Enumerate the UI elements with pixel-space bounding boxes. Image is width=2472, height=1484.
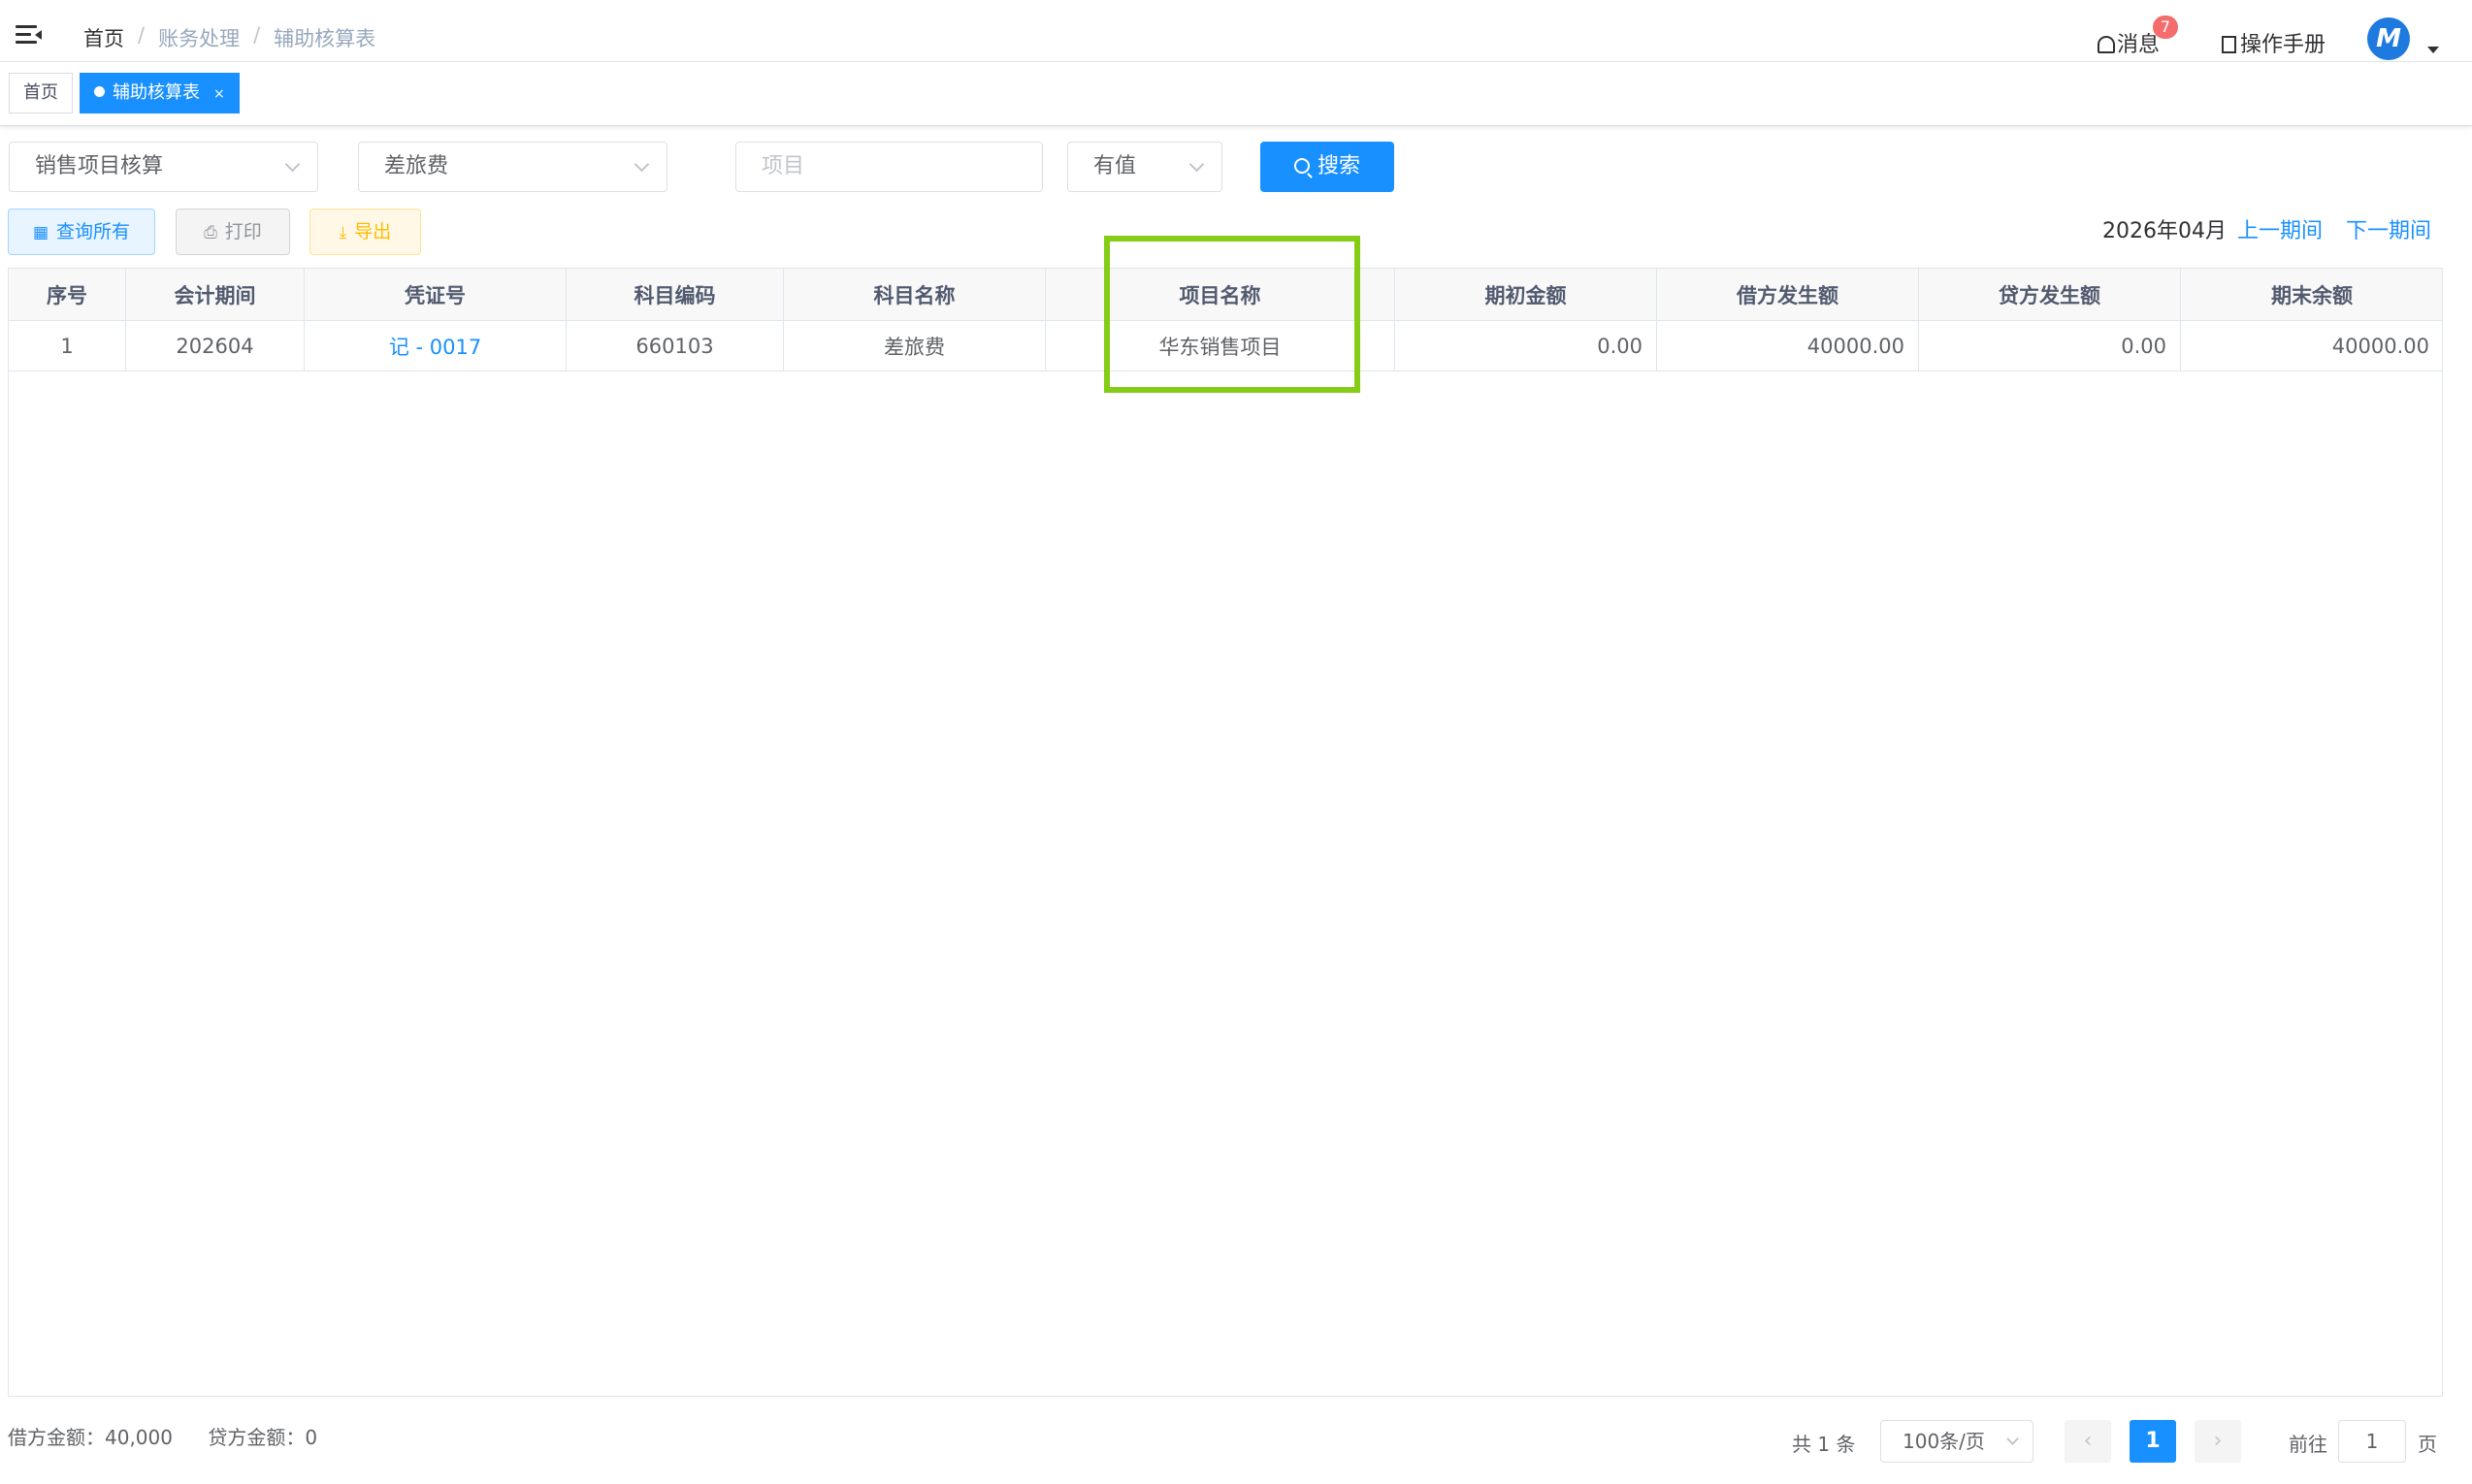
column-header: 凭证号 bbox=[305, 269, 567, 320]
bell-icon bbox=[2098, 36, 2115, 53]
print-label: 打印 bbox=[224, 221, 262, 242]
search-button[interactable]: 搜索 bbox=[1260, 142, 1394, 192]
column-header: 科目编码 bbox=[567, 269, 784, 320]
messages-label: 消息 bbox=[2117, 33, 2161, 57]
chevron-down-icon bbox=[1188, 156, 1205, 173]
prev-period-link[interactable]: 上一期间 bbox=[2237, 213, 2323, 244]
tag-label: 首页 bbox=[23, 82, 58, 103]
column-header: 借方发生额 bbox=[1657, 269, 1919, 320]
goto-label: 前往 bbox=[2289, 1433, 2327, 1456]
project-input-placeholder: 项目 bbox=[762, 154, 805, 178]
active-dot-icon bbox=[94, 86, 105, 97]
voucher-link[interactable]: 记 - 0017 bbox=[305, 321, 567, 371]
breadcrumb-current: 辅助核算表 bbox=[274, 27, 376, 50]
export-label: 导出 bbox=[354, 221, 392, 242]
close-icon[interactable]: × bbox=[213, 86, 225, 102]
query-all-button[interactable]: ▦ 查询所有 bbox=[8, 209, 155, 255]
prev-page-button[interactable]: ‹ bbox=[2065, 1420, 2111, 1463]
column-header: 期末余额 bbox=[2271, 283, 2353, 307]
messages-badge: 7 bbox=[2153, 16, 2178, 39]
pagination-total: 共 1 条 bbox=[1792, 1433, 1856, 1456]
page-number-button[interactable]: 1 bbox=[2130, 1420, 2176, 1463]
user-dropdown-caret-icon[interactable] bbox=[2427, 47, 2439, 53]
tag-auxiliary-report[interactable]: 辅助核算表 × bbox=[80, 73, 240, 113]
tags-view-bar: 首页 辅助核算表 × bbox=[0, 62, 2472, 126]
breadcrumb-separator: / bbox=[138, 23, 146, 47]
print-button[interactable]: ⎙ 打印 bbox=[176, 209, 290, 255]
value-filter-value: 有值 bbox=[1093, 154, 1137, 178]
credit-total: 贷方金额：0 bbox=[208, 1426, 318, 1449]
table-cell: 660103 bbox=[567, 321, 784, 371]
column-header: 期初金额 bbox=[1395, 269, 1657, 320]
table-cell: 0.00 bbox=[1395, 321, 1657, 371]
query-all-label: 查询所有 bbox=[56, 221, 131, 242]
column-header: 会计期间 bbox=[126, 269, 305, 320]
chevron-down-icon bbox=[634, 156, 650, 173]
auxiliary-ledger-table: 序号 会计期间 凭证号 科目编码 科目名称 项目名称 期初金额 借方发生额 贷方… bbox=[8, 268, 2443, 1397]
document-icon bbox=[2222, 36, 2236, 53]
export-button[interactable]: ⤓ 导出 bbox=[309, 209, 421, 255]
table-row: 1 202604 记 - 0017 660103 差旅费 华东销售项目 0.00… bbox=[9, 321, 2442, 371]
breadcrumb: 首页 / 账务处理 / 辅助核算表 bbox=[83, 23, 375, 52]
column-header: 序号 bbox=[9, 269, 126, 320]
breadcrumb-separator: / bbox=[253, 23, 261, 47]
table-cell: 差旅费 bbox=[784, 321, 1046, 371]
column-header: 项目名称 bbox=[1046, 269, 1395, 320]
table-cell: 1 bbox=[9, 321, 126, 371]
debit-total: 借方金额：40,000 bbox=[8, 1426, 173, 1449]
top-navbar: 首页 / 账务处理 / 辅助核算表 消息 7 操作手册 M bbox=[0, 0, 2472, 62]
messages-button[interactable]: 消息 bbox=[2098, 27, 2160, 58]
goto-page-input[interactable]: 1 bbox=[2338, 1420, 2406, 1463]
table-cell: 40000.00 bbox=[1657, 321, 1919, 371]
table-cell: 202604 bbox=[126, 321, 305, 371]
next-page-button[interactable]: › bbox=[2195, 1420, 2241, 1463]
search-button-label: 搜索 bbox=[1317, 154, 1360, 178]
table-header: 序号 会计期间 凭证号 科目编码 科目名称 项目名称 期初金额 借方发生额 贷方… bbox=[9, 269, 2442, 321]
category-select-value: 销售项目核算 bbox=[35, 154, 164, 178]
next-period-link[interactable]: 下一期间 bbox=[2346, 213, 2431, 244]
grid-icon: ▦ bbox=[32, 223, 49, 242]
chevron-down-icon bbox=[284, 156, 301, 173]
subject-select-value: 差旅费 bbox=[384, 154, 449, 178]
tag-home[interactable]: 首页 bbox=[9, 73, 73, 113]
chevron-down-icon bbox=[2006, 1433, 2019, 1445]
column-header: 贷方发生额 bbox=[1919, 269, 2181, 320]
goto-suffix: 页 bbox=[2418, 1433, 2437, 1456]
page-size-value: 100条/页 bbox=[1903, 1430, 1985, 1453]
current-period: 2026年04月 bbox=[2102, 219, 2227, 243]
table-cell: 0.00 bbox=[1919, 321, 2181, 371]
amount-totals: 借方金额：40,000 贷方金额：0 bbox=[8, 1422, 346, 1450]
project-input[interactable]: 项目 bbox=[735, 142, 1043, 192]
table-cell: 40000.00 bbox=[2331, 334, 2429, 358]
manual-label: 操作手册 bbox=[2240, 33, 2326, 57]
table-cell: 华东销售项目 bbox=[1046, 321, 1395, 371]
subject-select[interactable]: 差旅费 bbox=[358, 142, 667, 192]
printer-icon: ⎙ bbox=[204, 223, 217, 242]
category-select[interactable]: 销售项目核算 bbox=[9, 142, 318, 192]
value-filter-select[interactable]: 有值 bbox=[1067, 142, 1222, 192]
column-header: 科目名称 bbox=[784, 269, 1046, 320]
breadcrumb-accounting: 账务处理 bbox=[158, 27, 241, 50]
manual-button[interactable]: 操作手册 bbox=[2222, 27, 2326, 58]
breadcrumb-home[interactable]: 首页 bbox=[83, 23, 124, 52]
tag-label: 辅助核算表 bbox=[113, 82, 200, 103]
download-icon: ⤓ bbox=[339, 223, 347, 242]
search-icon bbox=[1293, 158, 1310, 174]
avatar[interactable]: M bbox=[2367, 17, 2410, 60]
page-size-select[interactable]: 100条/页 bbox=[1880, 1420, 2033, 1463]
hamburger-menu-icon[interactable] bbox=[16, 25, 43, 47]
